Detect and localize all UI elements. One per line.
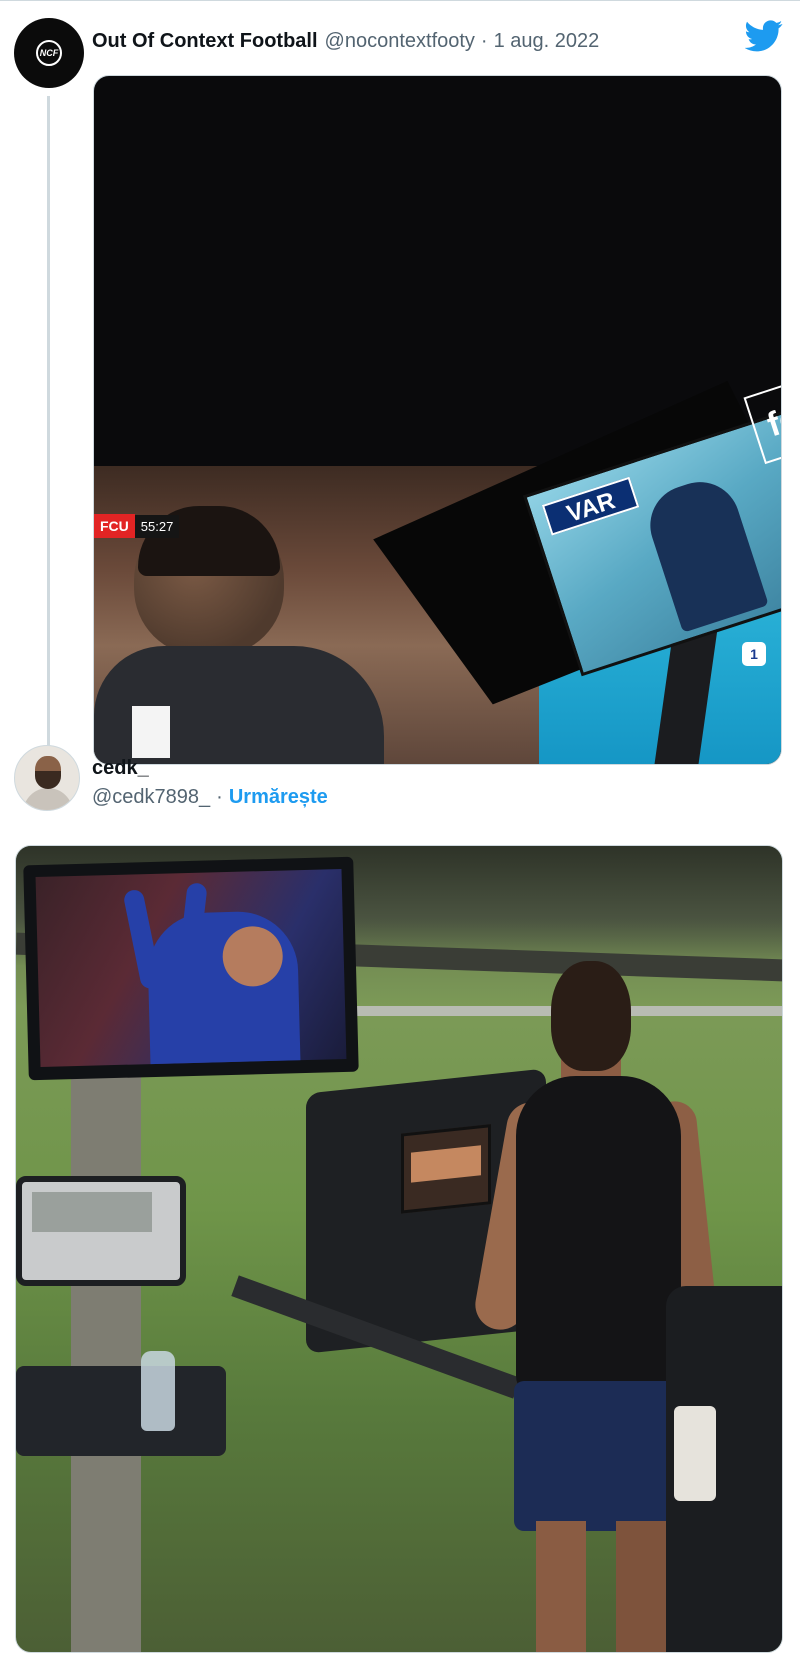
tweet1-date[interactable]: 1 aug. 2022 <box>494 30 600 53</box>
twitter-bird-icon[interactable] <box>745 20 783 52</box>
scoreboard-time: 55:27 <box>134 514 180 538</box>
man-shorts <box>514 1381 684 1531</box>
water-bottle <box>141 1351 175 1431</box>
tweet1-photo-var-referee[interactable]: VAR fc FCU 55:27 1 <box>93 75 782 765</box>
follow-button[interactable]: Urmărește <box>229 786 328 809</box>
machine-tag <box>674 1406 716 1501</box>
player-on-tv <box>146 910 301 1067</box>
wooden-post <box>71 1076 141 1652</box>
tweet1-author-handle[interactable]: @nocontextfooty <box>325 30 475 53</box>
exercise-machine-console <box>16 1176 186 1286</box>
machine-lcd <box>32 1192 152 1232</box>
tweet2-handle-row: @cedk7898_ · Urmărește <box>92 786 328 809</box>
avatar-out-of-context-football[interactable]: NCF <box>14 18 84 88</box>
right-exercise-machine <box>666 1286 782 1652</box>
tweet1-separator: · <box>480 29 488 52</box>
avatar-cedk[interactable] <box>14 745 80 811</box>
avatar-beard <box>35 771 61 789</box>
man-left-leg <box>536 1521 586 1652</box>
avatar-monogram: NCF <box>36 40 62 66</box>
tweet2-author-handle[interactable]: @cedk7898_ <box>92 786 210 809</box>
man-head <box>551 961 631 1071</box>
tweet2-author-name[interactable]: cedk_ <box>92 757 149 780</box>
scoreboard-team: FCU <box>94 514 135 538</box>
man-tank-top <box>516 1076 681 1396</box>
machine-tray <box>16 1366 226 1456</box>
tweet1-header: Out Of Context Football @nocontextfooty … <box>92 28 599 54</box>
tweet2-photo-gym-treadmill[interactable] <box>15 845 783 1653</box>
avatar-body <box>23 788 73 810</box>
channel-badge: 1 <box>742 642 766 666</box>
top-divider <box>0 0 800 1</box>
wall-tv <box>23 856 359 1081</box>
tweet2-separator: · <box>216 786 223 808</box>
tv-scoreboard: FCU 55:27 <box>94 506 180 546</box>
tweet1-author-name[interactable]: Out Of Context Football <box>92 30 318 53</box>
thread-connector-line <box>47 96 50 776</box>
man-right-leg <box>616 1521 666 1652</box>
referee-collar <box>132 706 170 758</box>
wall-tv-screen <box>35 869 347 1067</box>
